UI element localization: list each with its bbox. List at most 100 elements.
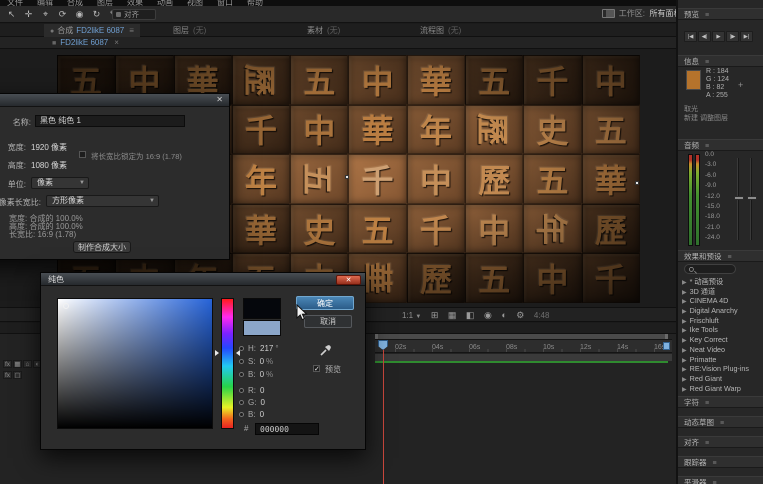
- s-value[interactable]: 0: [260, 357, 264, 366]
- panel-header-audio[interactable]: 音频≡: [678, 139, 763, 151]
- twirl-icon[interactable]: ▶: [682, 328, 687, 334]
- effects-category-row[interactable]: ▶Ike Tools: [682, 325, 763, 335]
- collapsed-panel-header[interactable]: 对齐≡: [678, 436, 763, 448]
- lock-aspect-checkbox[interactable]: [79, 151, 86, 158]
- hue-radio[interactable]: [239, 346, 244, 351]
- saturation-radio[interactable]: [239, 359, 244, 364]
- panel-header-effects[interactable]: 效果和预设≡: [678, 250, 763, 262]
- channel-icon[interactable]: ◐: [501, 308, 506, 322]
- effects-category-row[interactable]: ▶* 动画预设: [682, 277, 763, 287]
- safe-margins-icon[interactable]: ⊞: [431, 308, 439, 322]
- eyedropper-icon[interactable]: [319, 343, 333, 357]
- timeline-switch-icon[interactable]: ⌂: [23, 360, 32, 368]
- tab-flowchart[interactable]: 流程图(无): [420, 24, 461, 37]
- panel-menu-icon[interactable]: ≡: [705, 12, 709, 19]
- r-value[interactable]: 0: [260, 386, 264, 395]
- timeline-switch-icon[interactable]: fx: [3, 371, 12, 379]
- red-radio[interactable]: [239, 388, 244, 393]
- tool-icon[interactable]: ↖: [4, 8, 19, 21]
- panel-menu-icon[interactable]: ≡: [705, 143, 709, 150]
- slider-handle[interactable]: [747, 196, 757, 200]
- h-value[interactable]: 217: [260, 344, 273, 353]
- tool-icon[interactable]: ⟳: [55, 8, 70, 21]
- twirl-icon[interactable]: ▶: [682, 338, 687, 344]
- effects-category-row[interactable]: ▶Primatte: [682, 355, 763, 365]
- hex-input[interactable]: 000000: [255, 423, 319, 435]
- resolution-icon[interactable]: ⚙: [516, 308, 524, 322]
- brightness-radio[interactable]: [239, 372, 244, 377]
- panel-menu-icon[interactable]: ≡: [728, 254, 732, 261]
- twirl-icon[interactable]: ▶: [682, 348, 687, 354]
- layer-anchor-handle[interactable]: [345, 175, 349, 179]
- units-dropdown[interactable]: 像素▼: [31, 177, 89, 189]
- make-comp-size-button[interactable]: 制作合成大小: [73, 241, 131, 253]
- playback-button[interactable]: ◀|: [698, 31, 711, 42]
- mask-visibility-icon[interactable]: ◧: [466, 308, 475, 322]
- collapsed-panel-header[interactable]: 跟踪器≡: [678, 456, 763, 468]
- twirl-icon[interactable]: ▶: [682, 358, 687, 364]
- effects-category-row[interactable]: ▶RE:Vision Plug-ins: [682, 364, 763, 374]
- twirl-icon[interactable]: ▶: [682, 290, 687, 296]
- audio-slider-right[interactable]: [750, 158, 752, 240]
- panel-menu-icon[interactable]: ≡: [129, 26, 134, 35]
- collapsed-panel-header[interactable]: 字符≡: [678, 396, 763, 408]
- effects-category-row[interactable]: ▶Key Correct: [682, 335, 763, 345]
- height-value[interactable]: 1080 像素: [31, 160, 67, 171]
- color-selection-marker[interactable]: [63, 303, 69, 309]
- panel-menu-icon[interactable]: ≡: [705, 59, 709, 66]
- tab-composition[interactable]: ●合成FD2likE 6087≡: [44, 24, 140, 37]
- twirl-icon[interactable]: ▶: [682, 319, 687, 325]
- collapsed-panel-header[interactable]: 平滑器≡: [678, 476, 763, 484]
- grid-icon[interactable]: ▦: [448, 308, 457, 322]
- tab-layer[interactable]: 图层(无): [173, 24, 206, 37]
- effects-category-row[interactable]: ▶Neat Video: [682, 345, 763, 355]
- effects-category-row[interactable]: ▶Digital Anarchy: [682, 306, 763, 316]
- collapsed-panel-header[interactable]: 动态草图≡: [678, 416, 763, 428]
- effects-category-row[interactable]: ▶Red Giant: [682, 374, 763, 384]
- blue-radio[interactable]: [239, 412, 244, 417]
- panel-menu-icon[interactable]: ≡: [720, 420, 724, 427]
- slider-handle[interactable]: [734, 196, 744, 200]
- timeline-switch-icon[interactable]: ▢: [13, 371, 22, 379]
- width-value[interactable]: 1920 像素: [31, 142, 67, 153]
- close-icon[interactable]: ×: [114, 38, 119, 47]
- playback-button[interactable]: ▶: [712, 31, 725, 42]
- snapshot-icon[interactable]: ◉: [484, 308, 492, 322]
- name-field[interactable]: 黑色 纯色 1: [35, 115, 185, 127]
- saturation-brightness-field[interactable]: [57, 298, 213, 429]
- twirl-icon[interactable]: ▶: [682, 280, 687, 286]
- effects-category-row[interactable]: ▶3D 通道: [682, 287, 763, 297]
- panel-menu-icon[interactable]: ≡: [713, 460, 717, 467]
- snap-toggle[interactable]: 对齐: [112, 9, 156, 20]
- effects-category-row[interactable]: ▶Frischluft: [682, 316, 763, 326]
- dialog-titlebar[interactable]: 纯色 ✕: [41, 273, 365, 286]
- layer-edge-handle[interactable]: [635, 181, 639, 185]
- panel-menu-icon[interactable]: ≡: [705, 440, 709, 447]
- dialog-titlebar[interactable]: ✕: [0, 94, 229, 107]
- tool-icon[interactable]: ↻: [89, 8, 104, 21]
- time-ruler[interactable]: 02s04s06s08s10s12s14s16s: [375, 339, 672, 353]
- panel-menu-icon[interactable]: ≡: [705, 400, 709, 407]
- hue-slider-arrow-left[interactable]: [215, 350, 219, 356]
- effects-search-input[interactable]: [684, 264, 736, 274]
- playback-button[interactable]: |◀: [684, 31, 697, 42]
- effects-category-row[interactable]: ▶Red Giant Warp: [682, 384, 763, 394]
- effects-category-row[interactable]: ▶CINEMA 4D: [682, 296, 763, 306]
- tab-footage[interactable]: 素材(无): [307, 24, 340, 37]
- panel-header-info[interactable]: 信息≡: [678, 55, 763, 67]
- close-button[interactable]: ✕: [336, 275, 361, 285]
- twirl-icon[interactable]: ▶: [682, 299, 687, 305]
- cancel-button[interactable]: 取消: [304, 315, 352, 328]
- b-value[interactable]: 0: [260, 370, 264, 379]
- g-value[interactable]: 0: [260, 398, 264, 407]
- twirl-icon[interactable]: ▶: [682, 387, 687, 393]
- hue-slider[interactable]: [221, 298, 234, 429]
- twirl-icon[interactable]: ▶: [682, 377, 687, 383]
- twirl-icon[interactable]: ▶: [682, 309, 687, 315]
- preview-checkbox[interactable]: ✓: [313, 365, 320, 372]
- panel-header-preview[interactable]: 预览≡: [678, 8, 763, 20]
- tool-icon[interactable]: ✛: [21, 8, 36, 21]
- tool-icon[interactable]: ◉: [72, 8, 87, 21]
- twirl-icon[interactable]: ▶: [682, 367, 687, 373]
- audio-slider-left[interactable]: [737, 158, 739, 240]
